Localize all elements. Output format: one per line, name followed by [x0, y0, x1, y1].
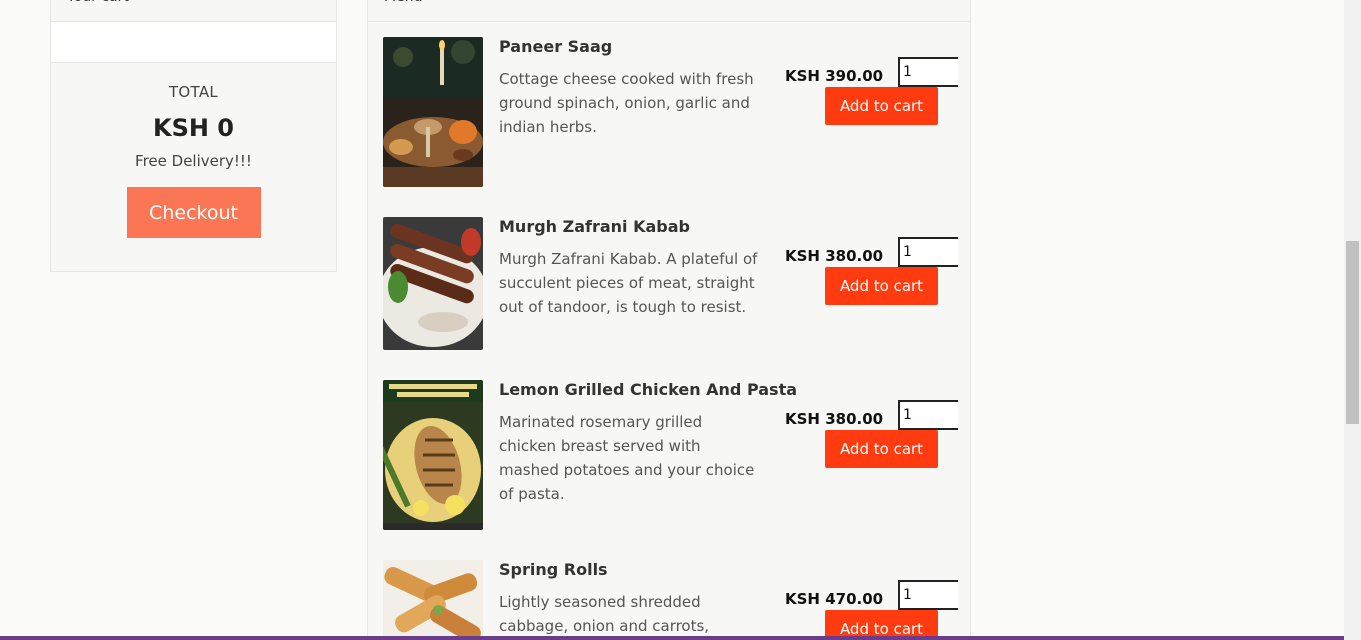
item-description: Marinated rosemary grilled chicken breas…: [499, 413, 755, 503]
item-name: Murgh Zafrani Kabab: [499, 217, 691, 236]
item-name: Lemon Grilled Chicken And Pasta: [499, 380, 798, 399]
cart-panel: Your cart TOTAL KSH 0 Free Delivery!!! C…: [50, 0, 337, 272]
page-scrollbar[interactable]: [1344, 0, 1361, 640]
add-to-cart-button[interactable]: Add to cart: [825, 430, 938, 468]
item-price: KSH 380.00: [785, 410, 884, 428]
cart-total-label: TOTAL: [168, 83, 219, 101]
add-to-cart-button[interactable]: Add to cart: [825, 87, 938, 125]
cart-total-value: KSH 0: [152, 114, 235, 142]
item-description: Murgh Zafrani Kabab. A plateful of succu…: [499, 250, 758, 316]
quantity-input[interactable]: [898, 237, 958, 267]
quantity-input[interactable]: [898, 400, 958, 430]
quantity-input[interactable]: [898, 57, 958, 87]
menu-item: Spring Rolls Lightly seasoned shredded c…: [383, 560, 958, 640]
scrollbar-thumb[interactable]: [1346, 241, 1359, 424]
menu-item: Murgh Zafrani Kabab Murgh Zafrani Kabab.…: [383, 217, 958, 360]
menu-item: Paneer Saag Cottage cheese cooked with f…: [383, 37, 958, 197]
cart-delivery-note: Free Delivery!!!: [135, 152, 252, 170]
paneer-saag-image: [383, 37, 483, 187]
quantity-input[interactable]: [898, 580, 958, 610]
item-name: Paneer Saag: [499, 37, 613, 56]
checkout-button[interactable]: Checkout: [126, 187, 261, 238]
menu-panel: Menu Paneer Saag Cottage cheese cooked w…: [367, 0, 971, 640]
add-to-cart-button[interactable]: Add to cart: [825, 267, 938, 305]
lemon-grilled-chicken-image: [383, 380, 483, 530]
taskbar-edge: [0, 636, 1344, 640]
item-price: KSH 390.00: [785, 67, 884, 85]
cart-items-list: [51, 22, 336, 63]
item-name: Spring Rolls: [499, 560, 608, 579]
item-price: KSH 470.00: [785, 590, 884, 608]
cart-header: Your cart: [51, 0, 336, 22]
item-price: KSH 380.00: [785, 247, 884, 265]
menu-item: Lemon Grilled Chicken And Pasta Marinate…: [383, 380, 958, 540]
murgh-zafrani-kabab-image: [383, 217, 483, 350]
menu-header: Menu: [368, 0, 970, 22]
item-description: Lightly seasoned shredded cabbage, onion…: [499, 593, 710, 635]
item-description: Cottage cheese cooked with fresh ground …: [499, 70, 754, 136]
spring-rolls-image: [383, 560, 483, 640]
